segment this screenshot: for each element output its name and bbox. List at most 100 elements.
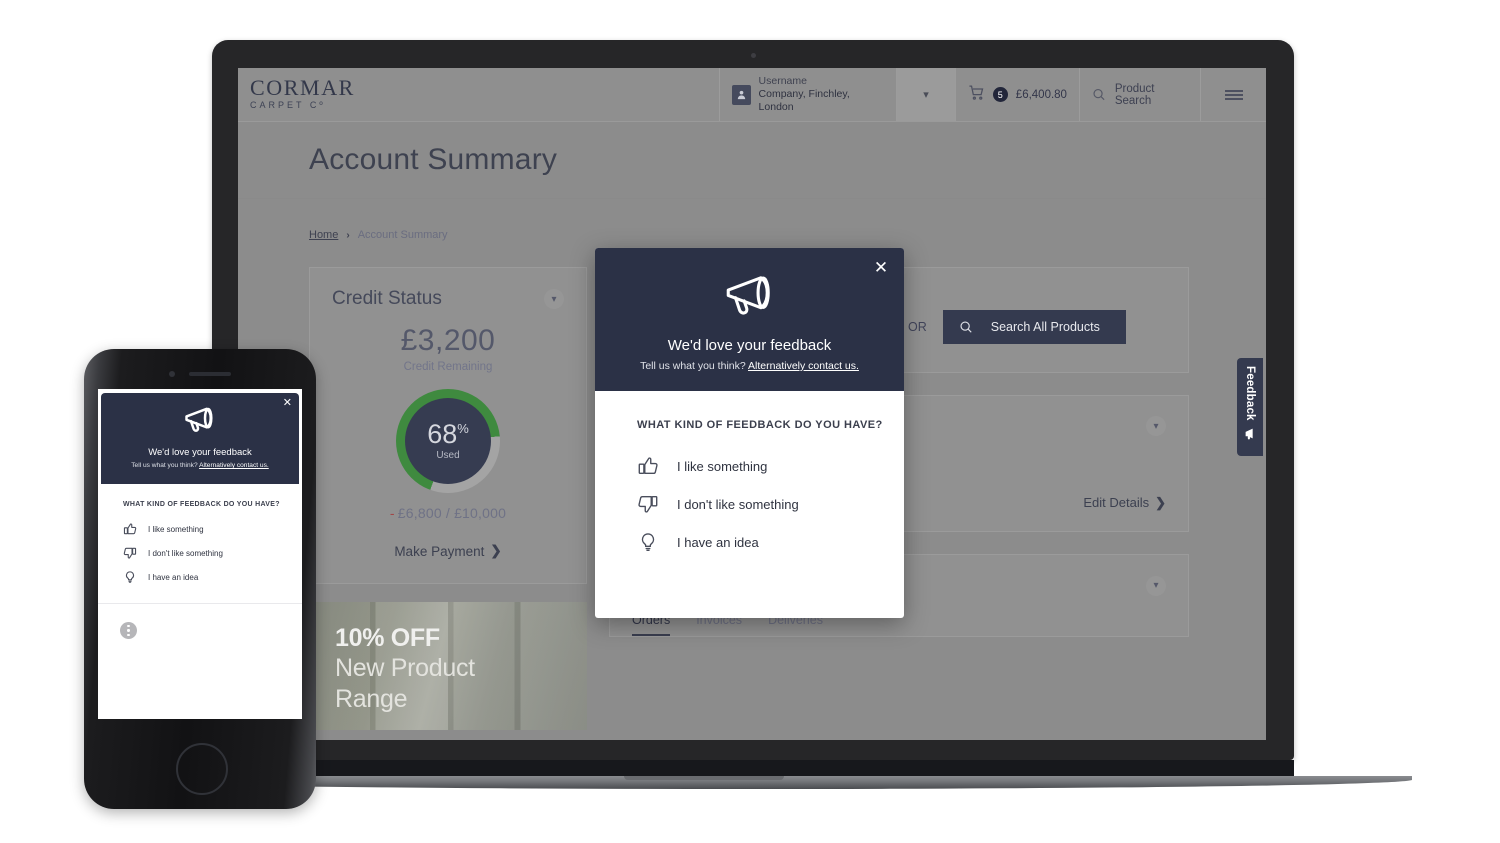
mobile-contact-us-link[interactable]: Alternatively contact us. — [199, 462, 269, 469]
credit-status-card: Credit Status ▾ £3,200 Credit Remaining — [309, 267, 587, 584]
feedback-option-idea-label: I have an idea — [677, 534, 759, 550]
close-icon[interactable]: ✕ — [283, 396, 292, 409]
account-details-collapse-toggle[interactable]: ▾ — [1146, 416, 1166, 436]
mobile-modal-divider — [98, 603, 302, 604]
account-dropdown-toggle[interactable]: ▾ — [896, 68, 955, 121]
feedback-options-list: I like something I don't like something — [595, 447, 904, 561]
laptop-hinge-bar — [212, 760, 1294, 776]
search-icon — [960, 321, 972, 333]
edit-details-link[interactable]: Edit Details ❯ — [1083, 495, 1166, 511]
close-icon[interactable]: ✕ — [870, 256, 892, 278]
feedback-modal-header: ✕ We'd love your feedback Tell us what y… — [595, 248, 904, 391]
lightbulb-icon — [125, 571, 135, 583]
chevron-right-icon: ❯ — [490, 543, 502, 558]
brand-logo[interactable]: CORMAR CARPET Cº — [238, 68, 719, 121]
feedback-modal-body: WHAT KIND OF FEEDBACK DO YOU HAVE? I lik… — [595, 391, 904, 561]
breadcrumb-home-link[interactable]: Home — [309, 229, 338, 241]
phone-mockup: ✕ We'd love your feedback Tell us what y… — [84, 349, 316, 809]
header-company: Company, Finchley, London — [758, 87, 850, 114]
megaphone-icon — [1245, 428, 1253, 440]
cart-icon — [968, 84, 985, 106]
feedback-option-like[interactable]: I like something — [595, 447, 904, 485]
donut-percent-value: 68 — [427, 419, 458, 449]
header-cart[interactable]: 5 £6,400.80 — [954, 68, 1079, 121]
feedback-side-tab[interactable]: Feedback — [1237, 358, 1263, 456]
feedback-option-like-label: I like something — [677, 458, 768, 474]
chevron-down-icon: ▾ — [923, 89, 929, 101]
phone-home-button[interactable] — [176, 743, 228, 795]
promo-line-1: 10% OFF — [335, 624, 440, 652]
feedback-option-dislike[interactable]: I don't like something — [595, 485, 904, 523]
minus-sign: - — [389, 505, 395, 521]
donut-center: 68% Used — [405, 398, 491, 484]
promo-banner[interactable]: 10% OFF New Product Range — [309, 602, 587, 730]
megaphone-icon — [726, 276, 770, 315]
mobile-feedback-modal-header: ✕ We'd love your feedback Tell us what y… — [101, 393, 299, 484]
brand-name: CORMAR — [250, 75, 355, 100]
hamburger-menu-icon[interactable] — [1200, 68, 1266, 121]
mobile-feedback-question: WHAT KIND OF FEEDBACK DO YOU HAVE? — [123, 501, 280, 508]
thumbs-down-icon — [638, 495, 658, 513]
phone-camera-icon — [169, 371, 175, 377]
phone-top-sensors — [84, 367, 316, 381]
thumbs-up-icon — [638, 457, 658, 475]
feedback-modal: ✕ We'd love your feedback Tell us what y… — [595, 248, 904, 618]
search-icon — [1093, 89, 1105, 101]
credit-status-title: Credit Status — [332, 288, 442, 309]
page-title: Account Summary — [309, 143, 558, 176]
feedback-modal-sub-prefix: Tell us what you think? — [640, 360, 749, 372]
mobile-feedback-subtext: Tell us what you think? Alternatively co… — [101, 462, 299, 469]
site-header: CORMAR CARPET Cº Username Company, Finch… — [238, 68, 1266, 122]
cart-total: £6,400.80 — [1015, 88, 1067, 101]
mobile-feedback-option-like[interactable]: I like something — [98, 517, 302, 541]
feedback-modal-heading: We'd love your feedback — [667, 337, 832, 354]
phone-speaker-icon — [189, 372, 231, 376]
credit-status-body: £3,200 Credit Remaining 68% Used - £6,80… — [310, 316, 586, 583]
promo-line-2: New Product — [335, 654, 475, 682]
feedback-tab-label: Feedback — [1244, 366, 1256, 421]
user-icon — [732, 84, 751, 105]
make-payment-label: Make Payment — [394, 543, 485, 559]
donut-percent-label: Used — [436, 450, 460, 461]
thumbs-up-icon — [123, 523, 137, 535]
cart-count-badge: 5 — [992, 87, 1008, 102]
laptop-camera-icon — [750, 53, 756, 58]
edit-details-label: Edit Details — [1083, 495, 1150, 511]
lightbulb-icon — [641, 533, 655, 551]
page-title-band: Account Summary — [238, 122, 1266, 199]
mobile-feedback-option-dislike-label: I don't like something — [148, 548, 223, 558]
mobile-feedback-option-idea[interactable]: I have an idea — [98, 565, 302, 589]
mobile-feedback-option-idea-label: I have an idea — [148, 572, 199, 582]
breadcrumb-current: Account Summary — [357, 229, 448, 241]
credit-status-collapse-toggle[interactable]: ▾ — [544, 289, 564, 309]
credit-used-value: £6,800 / £10,000 — [397, 505, 507, 521]
product-search-label: Product Search — [1114, 82, 1155, 107]
more-info-icon[interactable] — [120, 622, 137, 639]
thumbs-down-icon — [123, 547, 137, 559]
mobile-feedback-modal-body: WHAT KIND OF FEEDBACK DO YOU HAVE? I lik… — [98, 484, 302, 639]
account-activity-collapse-toggle[interactable]: ▾ — [1146, 575, 1166, 596]
search-all-products-label: Search All Products — [990, 320, 1100, 334]
chevron-right-icon: ❯ — [1155, 494, 1166, 510]
search-all-products-button[interactable]: Search All Products — [942, 310, 1126, 344]
or-label: OR — [908, 320, 927, 334]
mobile-feedback-option-dislike[interactable]: I don't like something — [98, 541, 302, 565]
make-payment-link[interactable]: Make Payment ❯ — [310, 543, 586, 565]
breadcrumb: Home › Account Summary — [238, 229, 1266, 241]
mobile-feedback-option-like-label: I like something — [148, 524, 204, 534]
phone-screen: ✕ We'd love your feedback Tell us what y… — [98, 389, 302, 719]
header-user-account[interactable]: Username Company, Finchley, London — [719, 68, 896, 121]
credit-used-total: - £6,800 / £10,000 — [310, 505, 586, 521]
credit-usage-donut: 68% Used — [396, 389, 500, 493]
feedback-question: WHAT KIND OF FEEDBACK DO YOU HAVE? — [637, 419, 883, 431]
header-product-search[interactable]: Product Search — [1078, 68, 1200, 121]
feedback-option-dislike-label: I don't like something — [677, 496, 799, 512]
mobile-feedback-options-list: I like something I don't like something — [98, 517, 302, 589]
mobile-sub-prefix: Tell us what you think? — [131, 462, 200, 469]
feedback-option-idea[interactable]: I have an idea — [595, 523, 904, 561]
promo-line-3: Range — [335, 685, 408, 714]
feedback-modal-subtext: Tell us what you think? Alternatively co… — [595, 360, 904, 372]
credit-remaining-caption: Credit Remaining — [403, 361, 493, 373]
mobile-feedback-heading: We'd love your feedback — [148, 447, 252, 458]
contact-us-link[interactable]: Alternatively contact us. — [748, 360, 859, 372]
